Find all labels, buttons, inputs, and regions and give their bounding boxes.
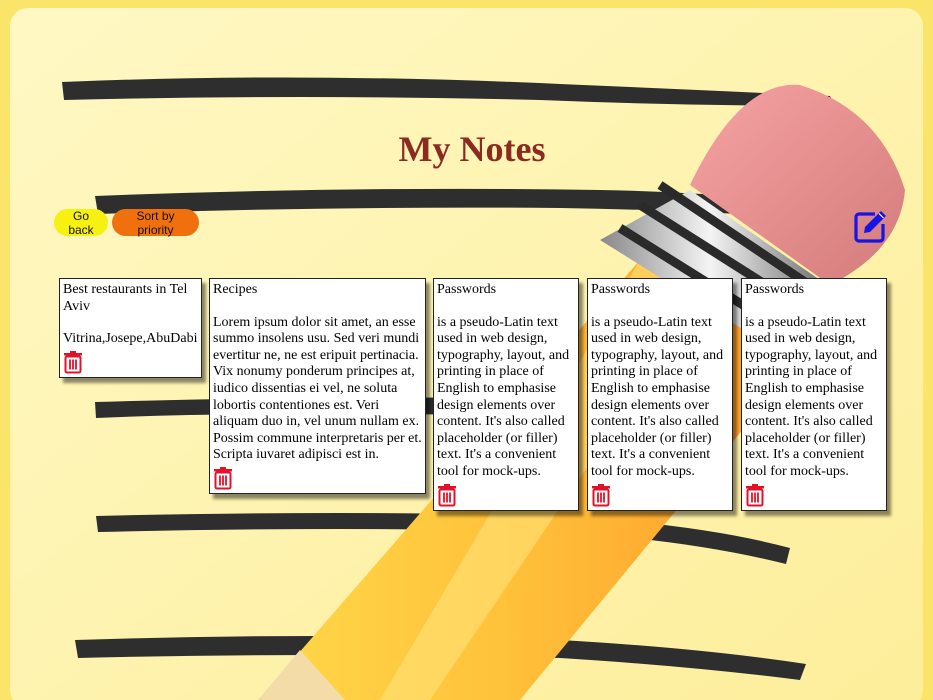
note-title: Recipes <box>213 282 258 297</box>
note-card[interactable]: Best restaurants in Tel Aviv Vitrina,Jos… <box>59 278 202 378</box>
trash-icon[interactable] <box>213 466 233 490</box>
note-title: Passwords <box>591 282 651 297</box>
note-card[interactable]: Passwords is a pseudo-Latin text used in… <box>433 278 579 511</box>
note-card[interactable]: Passwords is a pseudo-Latin text used in… <box>741 278 887 511</box>
note-card[interactable]: Passwords is a pseudo-Latin text used in… <box>587 278 733 511</box>
note-body: Vitrina,Josepe,AbuDabi <box>63 331 198 347</box>
note-body: Lorem ipsum dolor sit amet, an esse summ… <box>213 314 422 463</box>
note-title: Passwords <box>745 282 805 297</box>
note-title: Passwords <box>437 282 497 297</box>
note-card[interactable]: Recipes Lorem ipsum dolor sit amet, an e… <box>209 278 426 494</box>
page-title: My Notes <box>398 129 546 169</box>
trash-icon[interactable] <box>63 350 83 374</box>
note-title: Best restaurants in Tel Aviv <box>63 282 188 314</box>
go-back-button[interactable]: Go back <box>54 209 108 237</box>
trash-icon[interactable] <box>591 483 611 507</box>
note-body: is a pseudo-Latin text used in web desig… <box>591 314 724 479</box>
trash-icon[interactable] <box>437 483 457 507</box>
note-body: is a pseudo-Latin text used in web desig… <box>745 314 878 479</box>
edit-note-icon[interactable] <box>853 208 889 244</box>
trash-icon[interactable] <box>745 483 765 507</box>
note-body: is a pseudo-Latin text used in web desig… <box>437 314 570 479</box>
sort-by-priority-button[interactable]: Sort by priority <box>112 209 199 237</box>
